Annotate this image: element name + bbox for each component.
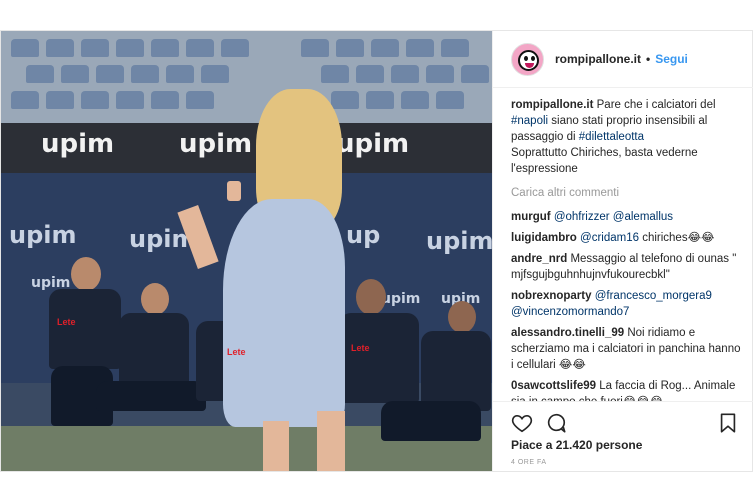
comment-username[interactable]: nobrexnoparty bbox=[511, 290, 592, 302]
roof-sponsor-text: upim bbox=[336, 129, 410, 159]
load-more-comments-link[interactable]: Carica altri commenti bbox=[511, 185, 743, 201]
comment-item: 0sawcottslife99 La faccia di Rog... Anim… bbox=[511, 378, 743, 402]
mention-link[interactable]: @francesco_morgera9 bbox=[595, 290, 712, 302]
mention-link[interactable]: @cridam16 bbox=[580, 232, 639, 244]
bench-sponsor-text-small: upim bbox=[381, 291, 421, 307]
comment-item: luigidambro @cridam16 chiriches😂😂 bbox=[511, 230, 743, 246]
comment-text: chiriches😂😂 bbox=[642, 232, 715, 244]
hashtag-link[interactable]: #dilettaleotta bbox=[579, 131, 644, 143]
bench-sponsor-text: up bbox=[346, 221, 381, 249]
avatar-face-icon bbox=[518, 49, 539, 71]
post-caption: rompipallone.it Pare che i calciatori de… bbox=[511, 97, 743, 177]
comment-item: murguf @ohfrizzer @alemallus bbox=[511, 209, 743, 225]
post-actions: Piace a 21.420 persone 4 ORE FA bbox=[493, 401, 753, 471]
comment-username[interactable]: andre_nrd bbox=[511, 253, 567, 265]
post-timestamp: 4 ORE FA bbox=[511, 459, 547, 466]
comment-item: andre_nrd Messaggio al telefono di ounas… bbox=[511, 251, 743, 283]
bookmark-icon[interactable] bbox=[717, 412, 739, 434]
post-username[interactable]: rompipallone.it bbox=[555, 52, 641, 66]
comment-username[interactable]: luigidambro bbox=[511, 232, 577, 244]
comment-username[interactable]: 0sawcottslife99 bbox=[511, 380, 596, 392]
caption-text: Soprattutto Chiriches, basta vederne l'e… bbox=[511, 147, 698, 175]
shirt-sponsor-text: Lete bbox=[57, 317, 76, 327]
separator-dot: • bbox=[646, 52, 651, 66]
comment-icon[interactable] bbox=[545, 412, 567, 434]
likes-count[interactable]: Piace a 21.420 persone bbox=[511, 438, 642, 452]
comment-username[interactable]: alessandro.tinelli_99 bbox=[511, 327, 624, 339]
caption-username[interactable]: rompipallone.it bbox=[511, 99, 593, 111]
comment-username[interactable]: murguf bbox=[511, 211, 551, 223]
caption-text: Pare che i calciatori del bbox=[596, 99, 716, 111]
heart-icon[interactable] bbox=[511, 412, 533, 434]
comment-item: alessandro.tinelli_99 Noi ridiamo e sche… bbox=[511, 325, 743, 373]
post-sidebar: rompipallone.it • Segui rompipallone.it … bbox=[492, 31, 753, 471]
shirt-sponsor-text: Lete bbox=[351, 343, 370, 353]
comments-list[interactable]: rompipallone.it Pare che i calciatori de… bbox=[511, 97, 743, 402]
dugout-roof: upim upim upim bbox=[1, 123, 492, 173]
shirt-sponsor-text: Lete bbox=[227, 347, 246, 357]
mention-link[interactable]: @alemallus bbox=[613, 211, 673, 223]
instagram-post: upim upim upim upim upim upim up upim up… bbox=[0, 30, 753, 472]
roof-sponsor-text: upim bbox=[41, 129, 115, 159]
avatar[interactable] bbox=[511, 42, 544, 76]
action-icons bbox=[511, 412, 739, 434]
comment-item: nobrexnoparty @francesco_morgera9 @vince… bbox=[511, 288, 743, 320]
post-header: rompipallone.it • Segui bbox=[493, 31, 753, 88]
hashtag-link[interactable]: #napoli bbox=[511, 115, 548, 127]
mention-link[interactable]: @vincenzomormando7 bbox=[511, 306, 629, 318]
roof-sponsor-text: upim bbox=[179, 129, 253, 159]
bench-sponsor-text: upim bbox=[9, 221, 77, 249]
follow-button[interactable]: Segui bbox=[655, 52, 688, 66]
bench-sponsor-text: upim bbox=[426, 227, 492, 255]
mention-link[interactable]: @ohfrizzer bbox=[554, 211, 610, 223]
post-photo[interactable]: upim upim upim upim upim upim up upim up… bbox=[1, 31, 492, 471]
